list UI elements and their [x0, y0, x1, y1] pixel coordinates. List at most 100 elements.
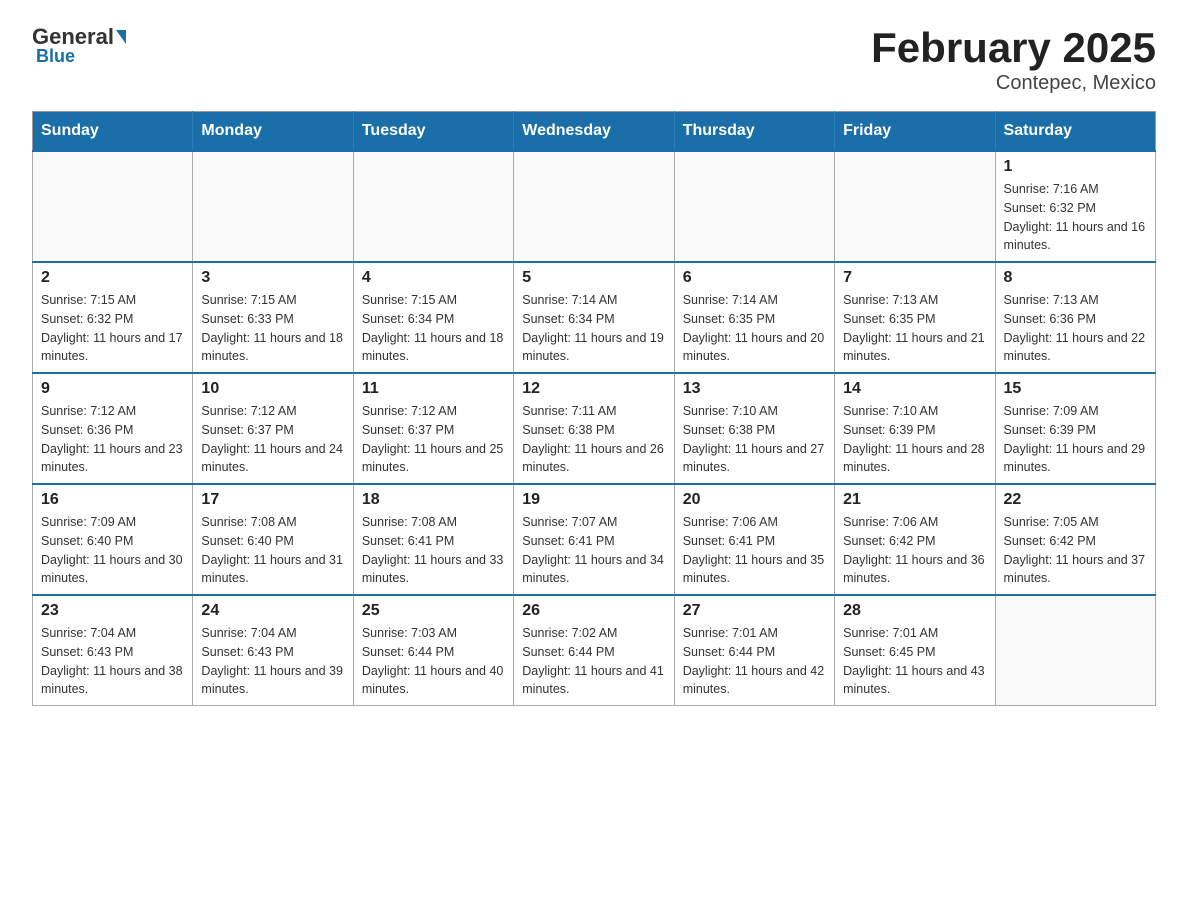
calendar-cell: 4 Sunrise: 7:15 AMSunset: 6:34 PMDaylight…: [353, 262, 513, 373]
calendar-cell: 10 Sunrise: 7:12 AMSunset: 6:37 PMDayligh…: [193, 373, 353, 484]
calendar-cell: 25 Sunrise: 7:03 AMSunset: 6:44 PMDayligh…: [353, 595, 513, 706]
weekday-header-friday: Friday: [835, 112, 995, 152]
day-number: 4: [362, 269, 505, 287]
day-number: 15: [1004, 380, 1147, 398]
calendar-cell: [33, 151, 193, 262]
calendar-cell: [353, 151, 513, 262]
day-number: 16: [41, 491, 184, 509]
day-number: 23: [41, 602, 184, 620]
day-number: 18: [362, 491, 505, 509]
calendar-cell: 3 Sunrise: 7:15 AMSunset: 6:33 PMDaylight…: [193, 262, 353, 373]
calendar-cell: 27 Sunrise: 7:01 AMSunset: 6:44 PMDayligh…: [674, 595, 834, 706]
calendar-cell: 13 Sunrise: 7:10 AMSunset: 6:38 PMDayligh…: [674, 373, 834, 484]
day-number: 5: [522, 269, 665, 287]
day-number: 28: [843, 602, 986, 620]
calendar-cell: 18 Sunrise: 7:08 AMSunset: 6:41 PMDayligh…: [353, 484, 513, 595]
day-info: Sunrise: 7:05 AMSunset: 6:42 PMDaylight:…: [1004, 513, 1147, 588]
calendar-cell: 28 Sunrise: 7:01 AMSunset: 6:45 PMDayligh…: [835, 595, 995, 706]
day-info: Sunrise: 7:09 AMSunset: 6:39 PMDaylight:…: [1004, 402, 1147, 477]
calendar-cell: 22Sunrise: 7:05 AMSunset: 6:42 PMDayligh…: [995, 484, 1155, 595]
day-info: Sunrise: 7:03 AMSunset: 6:44 PMDaylight:…: [362, 624, 505, 699]
calendar-cell: 1 Sunrise: 7:16 AMSunset: 6:32 PMDaylight…: [995, 151, 1155, 262]
calendar-subtitle: Contepec, Mexico: [871, 72, 1156, 95]
calendar-week-row: 9 Sunrise: 7:12 AMSunset: 6:36 PMDaylight…: [33, 373, 1156, 484]
day-info: Sunrise: 7:13 AMSunset: 6:36 PMDaylight:…: [1004, 291, 1147, 366]
day-info: Sunrise: 7:04 AMSunset: 6:43 PMDaylight:…: [41, 624, 184, 699]
day-info: Sunrise: 7:15 AMSunset: 6:34 PMDaylight:…: [362, 291, 505, 366]
day-info: Sunrise: 7:15 AMSunset: 6:32 PMDaylight:…: [41, 291, 184, 366]
calendar-cell: [835, 151, 995, 262]
weekday-header-wednesday: Wednesday: [514, 112, 674, 152]
calendar-title: February 2025: [871, 24, 1156, 72]
day-info: Sunrise: 7:15 AMSunset: 6:33 PMDaylight:…: [201, 291, 344, 366]
logo-blue-text: Blue: [36, 46, 75, 67]
calendar-cell: 9 Sunrise: 7:12 AMSunset: 6:36 PMDaylight…: [33, 373, 193, 484]
calendar-cell: 24 Sunrise: 7:04 AMSunset: 6:43 PMDayligh…: [193, 595, 353, 706]
day-info: Sunrise: 7:11 AMSunset: 6:38 PMDaylight:…: [522, 402, 665, 477]
calendar-cell: 15 Sunrise: 7:09 AMSunset: 6:39 PMDayligh…: [995, 373, 1155, 484]
day-number: 21: [843, 491, 986, 509]
calendar-week-row: 23 Sunrise: 7:04 AMSunset: 6:43 PMDayligh…: [33, 595, 1156, 706]
calendar-cell: 20 Sunrise: 7:06 AMSunset: 6:41 PMDayligh…: [674, 484, 834, 595]
day-number: 9: [41, 380, 184, 398]
page-header: General Blue February 2025 Contepec, Mex…: [32, 24, 1156, 95]
day-info: Sunrise: 7:06 AMSunset: 6:41 PMDaylight:…: [683, 513, 826, 588]
day-number: 8: [1004, 269, 1147, 287]
calendar-cell: 6 Sunrise: 7:14 AMSunset: 6:35 PMDaylight…: [674, 262, 834, 373]
day-info: Sunrise: 7:14 AMSunset: 6:34 PMDaylight:…: [522, 291, 665, 366]
day-number: 25: [362, 602, 505, 620]
day-number: 17: [201, 491, 344, 509]
day-info: Sunrise: 7:06 AMSunset: 6:42 PMDaylight:…: [843, 513, 986, 588]
weekday-header-thursday: Thursday: [674, 112, 834, 152]
day-info: Sunrise: 7:08 AMSunset: 6:40 PMDaylight:…: [201, 513, 344, 588]
calendar-cell: 19Sunrise: 7:07 AMSunset: 6:41 PMDayligh…: [514, 484, 674, 595]
day-number: 10: [201, 380, 344, 398]
calendar-cell: 2Sunrise: 7:15 AMSunset: 6:32 PMDaylight…: [33, 262, 193, 373]
day-number: 20: [683, 491, 826, 509]
day-number: 1: [1004, 158, 1147, 176]
calendar-cell: 17 Sunrise: 7:08 AMSunset: 6:40 PMDayligh…: [193, 484, 353, 595]
day-info: Sunrise: 7:10 AMSunset: 6:38 PMDaylight:…: [683, 402, 826, 477]
day-info: Sunrise: 7:12 AMSunset: 6:37 PMDaylight:…: [201, 402, 344, 477]
calendar-week-row: 1 Sunrise: 7:16 AMSunset: 6:32 PMDaylight…: [33, 151, 1156, 262]
day-info: Sunrise: 7:12 AMSunset: 6:37 PMDaylight:…: [362, 402, 505, 477]
day-info: Sunrise: 7:12 AMSunset: 6:36 PMDaylight:…: [41, 402, 184, 477]
day-info: Sunrise: 7:02 AMSunset: 6:44 PMDaylight:…: [522, 624, 665, 699]
calendar-week-row: 16 Sunrise: 7:09 AMSunset: 6:40 PMDayligh…: [33, 484, 1156, 595]
day-number: 19: [522, 491, 665, 509]
calendar-cell: 23 Sunrise: 7:04 AMSunset: 6:43 PMDayligh…: [33, 595, 193, 706]
weekday-header-saturday: Saturday: [995, 112, 1155, 152]
day-number: 27: [683, 602, 826, 620]
day-number: 13: [683, 380, 826, 398]
day-info: Sunrise: 7:09 AMSunset: 6:40 PMDaylight:…: [41, 513, 184, 588]
day-number: 6: [683, 269, 826, 287]
day-info: Sunrise: 7:04 AMSunset: 6:43 PMDaylight:…: [201, 624, 344, 699]
weekday-header-sunday: Sunday: [33, 112, 193, 152]
day-number: 3: [201, 269, 344, 287]
calendar-cell: 16 Sunrise: 7:09 AMSunset: 6:40 PMDayligh…: [33, 484, 193, 595]
day-info: Sunrise: 7:16 AMSunset: 6:32 PMDaylight:…: [1004, 180, 1147, 255]
calendar-cell: [995, 595, 1155, 706]
day-number: 24: [201, 602, 344, 620]
weekday-header-monday: Monday: [193, 112, 353, 152]
day-info: Sunrise: 7:13 AMSunset: 6:35 PMDaylight:…: [843, 291, 986, 366]
day-info: Sunrise: 7:10 AMSunset: 6:39 PMDaylight:…: [843, 402, 986, 477]
calendar-cell: 7Sunrise: 7:13 AMSunset: 6:35 PMDaylight…: [835, 262, 995, 373]
calendar-cell: [514, 151, 674, 262]
calendar-cell: 5 Sunrise: 7:14 AMSunset: 6:34 PMDaylight…: [514, 262, 674, 373]
calendar-cell: [193, 151, 353, 262]
calendar-header-row: SundayMondayTuesdayWednesdayThursdayFrid…: [33, 112, 1156, 152]
day-info: Sunrise: 7:08 AMSunset: 6:41 PMDaylight:…: [362, 513, 505, 588]
day-number: 12: [522, 380, 665, 398]
calendar-cell: 14Sunrise: 7:10 AMSunset: 6:39 PMDayligh…: [835, 373, 995, 484]
logo: General Blue: [32, 24, 128, 67]
weekday-header-tuesday: Tuesday: [353, 112, 513, 152]
calendar-cell: [674, 151, 834, 262]
day-info: Sunrise: 7:01 AMSunset: 6:44 PMDaylight:…: [683, 624, 826, 699]
day-number: 11: [362, 380, 505, 398]
calendar-cell: 12 Sunrise: 7:11 AMSunset: 6:38 PMDayligh…: [514, 373, 674, 484]
day-number: 26: [522, 602, 665, 620]
day-info: Sunrise: 7:14 AMSunset: 6:35 PMDaylight:…: [683, 291, 826, 366]
day-info: Sunrise: 7:01 AMSunset: 6:45 PMDaylight:…: [843, 624, 986, 699]
title-block: February 2025 Contepec, Mexico: [871, 24, 1156, 95]
